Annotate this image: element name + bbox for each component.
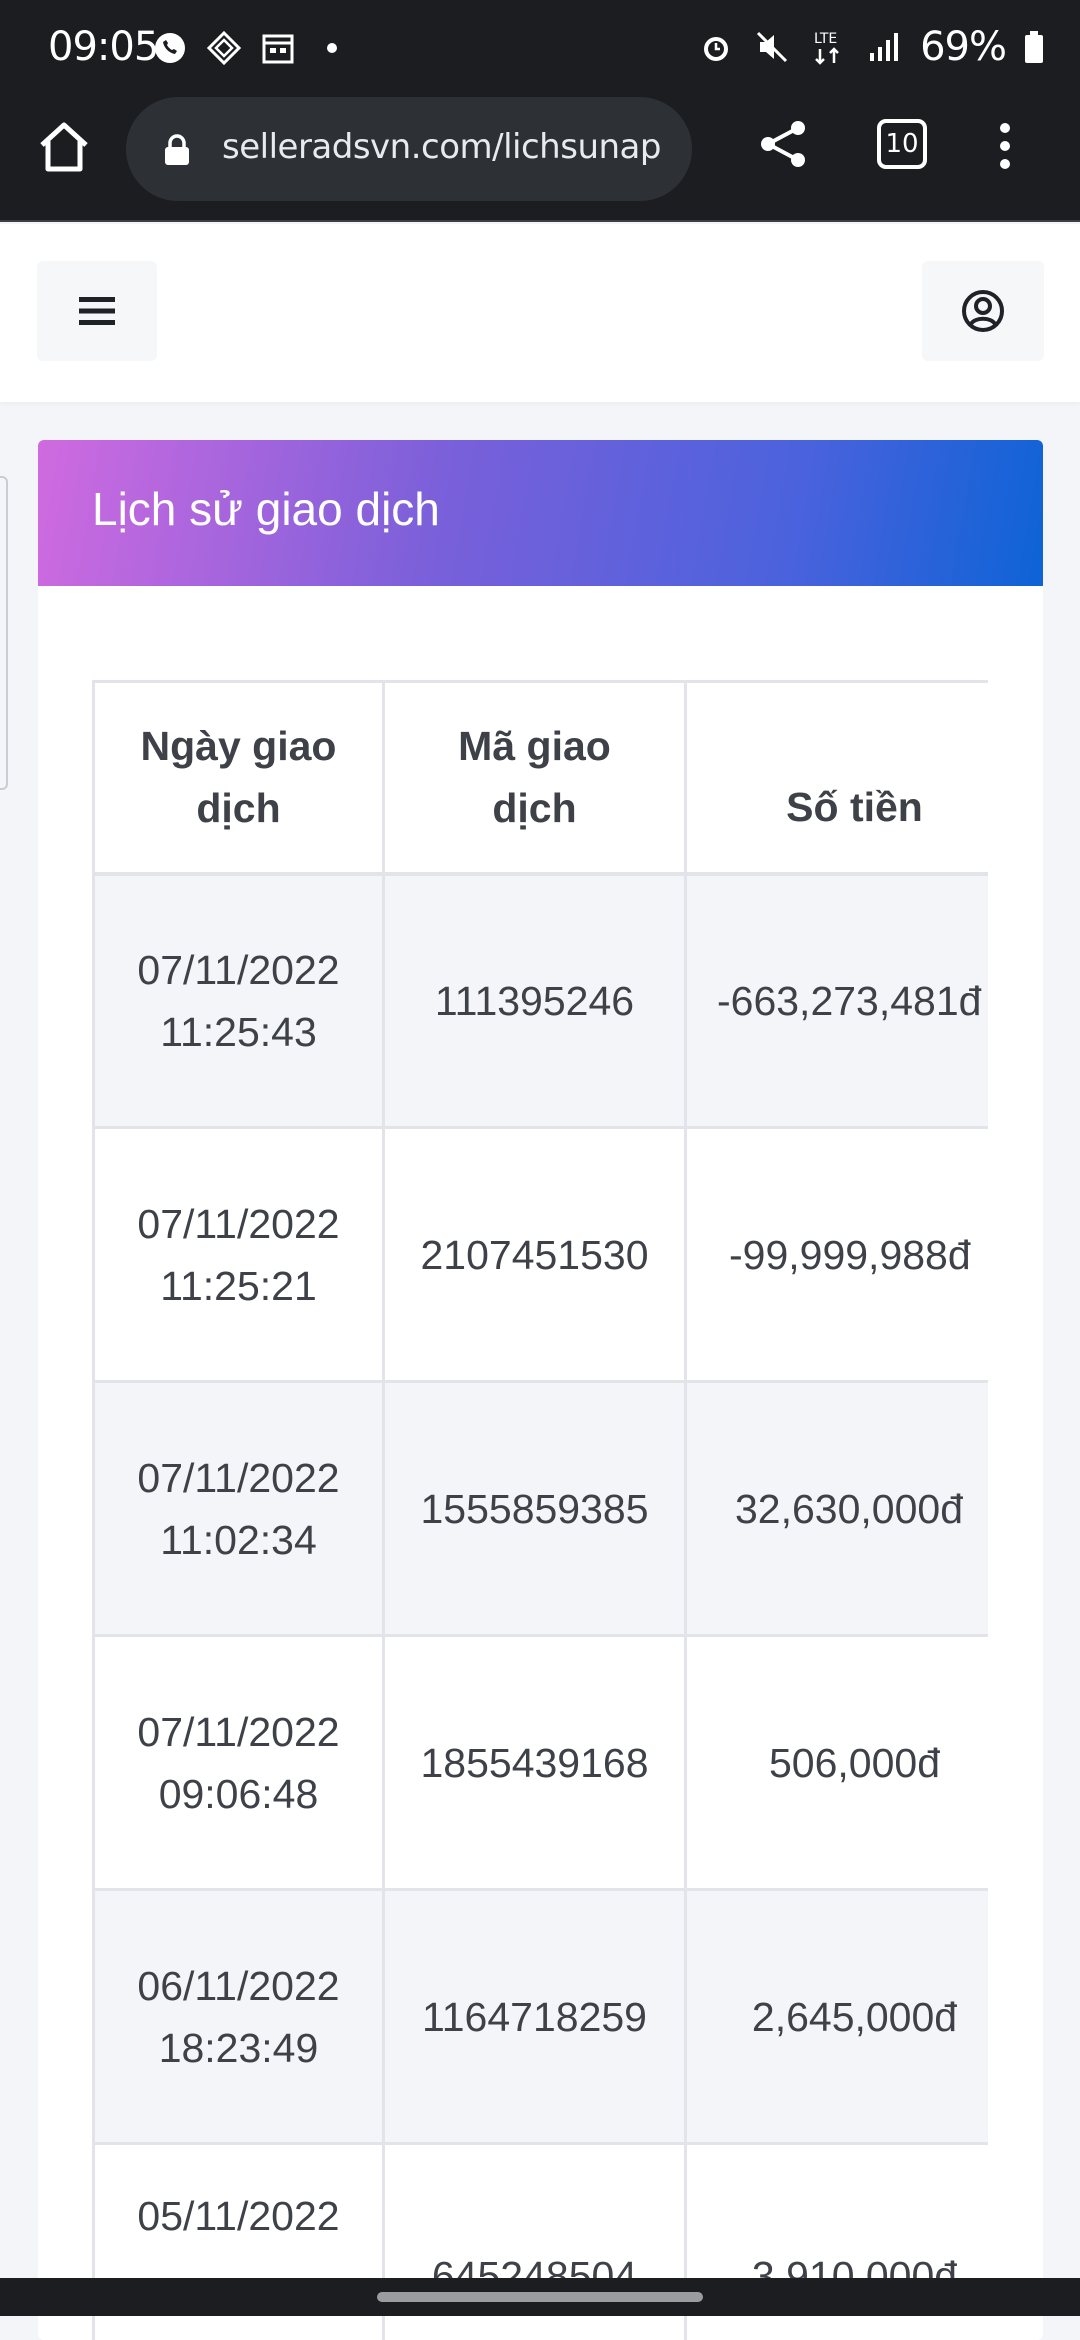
table-row: 07/11/2022 09:06:48 1855439168 506,000đ (94, 1636, 989, 1890)
lock-icon (162, 133, 192, 167)
header-code: Mã giao dịch (384, 682, 686, 874)
table-row: 07/11/2022 11:25:21 2107451530 -99,999,9… (94, 1128, 989, 1382)
whatsapp-icon (150, 28, 190, 68)
battery-icon (1022, 27, 1046, 67)
cell-amount: 2,645,000đ (686, 1890, 989, 2144)
status-system-icons: LTE 69% (696, 24, 1046, 70)
transaction-history-card: Lịch sử giao dịch Ngày giao dịch Mã giao… (38, 440, 1043, 2340)
card-header: Lịch sử giao dịch (38, 440, 1043, 586)
home-button[interactable] (34, 117, 94, 177)
table-header-row: Ngày giao dịch Mã giao dịch Số tiền (94, 682, 989, 874)
cell-date: 07/11/2022 11:25:21 (94, 1128, 384, 1382)
table-row: 07/11/2022 11:02:34 1555859385 32,630,00… (94, 1382, 989, 1636)
gps-icon (204, 28, 244, 68)
table-scroll-container[interactable]: Ngày giao dịch Mã giao dịch Số tiền 07/1… (92, 680, 988, 2340)
cell-code: 111395246 (384, 874, 686, 1128)
status-bar: 09:05 LTE 69% (0, 0, 1080, 92)
gesture-handle[interactable] (377, 2292, 703, 2302)
card-title: Lịch sử giao dịch (92, 482, 440, 536)
signal-icon (864, 27, 904, 67)
header-date: Ngày giao dịch (94, 682, 384, 874)
table-row: 06/11/2022 18:23:49 1164718259 2,645,000… (94, 1890, 989, 2144)
hamburger-icon (77, 293, 117, 329)
share-icon (754, 114, 814, 174)
lte-icon: LTE (808, 27, 848, 67)
status-time: 09:05 (48, 24, 158, 70)
status-notification-icons (150, 28, 352, 68)
cell-code: 2107451530 (384, 1128, 686, 1382)
cell-amount: 506,000đ (686, 1636, 989, 1890)
cell-code: 1164718259 (384, 1890, 686, 2144)
cell-date: 07/11/2022 09:06:48 (94, 1636, 384, 1890)
cell-date: 07/11/2022 11:02:34 (94, 1382, 384, 1636)
cell-amount: -99,999,988đ (686, 1128, 989, 1382)
cell-code: 1855439168 (384, 1636, 686, 1890)
user-account-button[interactable] (922, 261, 1044, 361)
overflow-menu-button[interactable] (985, 116, 1025, 176)
tab-count: 10 (874, 116, 930, 172)
app-header (0, 224, 1080, 402)
svg-text:LTE: LTE (814, 31, 837, 47)
calendar-icon (258, 28, 298, 68)
sidebar-edge[interactable] (0, 476, 8, 790)
battery-percentage: 69% (920, 24, 1006, 70)
transaction-table: Ngày giao dịch Mã giao dịch Số tiền 07/1… (92, 680, 988, 2340)
share-button[interactable] (754, 114, 814, 174)
table-row: 07/11/2022 11:25:43 111395246 -663,273,4… (94, 874, 989, 1128)
more-vert-icon (985, 116, 1025, 176)
browser-toolbar: selleradsvn.com/lichsunap 10 (0, 92, 1080, 222)
alarm-icon (696, 27, 736, 67)
mute-icon (752, 27, 792, 67)
home-icon (34, 117, 94, 177)
url-text: selleradsvn.com/lichsunap (222, 127, 661, 167)
system-navigation-bar (0, 2278, 1080, 2316)
tabs-button[interactable]: 10 (874, 116, 930, 172)
cell-amount: -663,273,481đ (686, 874, 989, 1128)
menu-toggle-button[interactable] (37, 261, 157, 361)
dot-icon (312, 28, 352, 68)
cell-date: 06/11/2022 18:23:49 (94, 1890, 384, 2144)
cell-code: 1555859385 (384, 1382, 686, 1636)
cell-date: 07/11/2022 11:25:43 (94, 874, 384, 1128)
user-circle-icon (960, 288, 1006, 334)
address-bar[interactable]: selleradsvn.com/lichsunap (126, 97, 692, 201)
cell-amount: 32,630,000đ (686, 1382, 989, 1636)
header-amount: Số tiền (686, 682, 989, 874)
